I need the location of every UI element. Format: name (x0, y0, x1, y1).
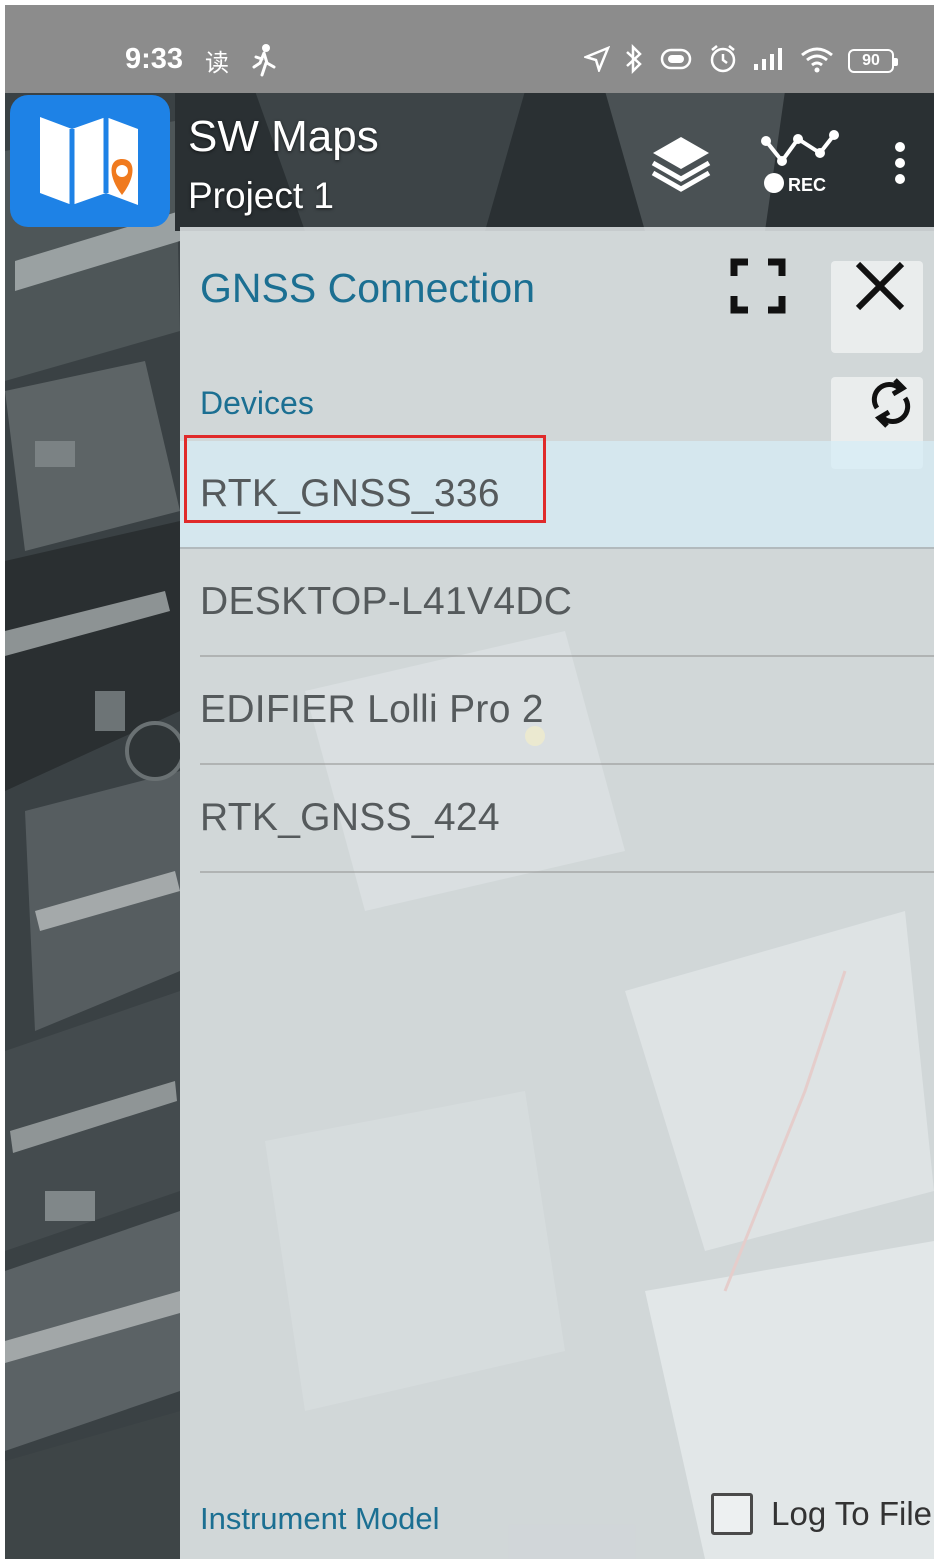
layers-button[interactable] (641, 125, 721, 205)
close-button[interactable] (845, 253, 915, 323)
more-vert-icon (893, 140, 907, 191)
log-to-file-toggle[interactable]: Log To File (711, 1493, 932, 1535)
log-to-file-checkbox[interactable] (711, 1493, 754, 1535)
instrument-model-button[interactable]: Instrument Model (200, 1501, 440, 1537)
device-item[interactable]: DESKTOP-L41V4DC (200, 549, 934, 657)
app-title: SW Maps (188, 112, 379, 161)
gnss-connection-panel: GNSS Connection Devices RTK_GNSS_336 DES… (180, 227, 934, 1559)
panel-title: GNSS Connection (200, 265, 536, 311)
overflow-menu-button[interactable] (875, 125, 925, 205)
layers-icon (649, 131, 713, 200)
status-time: 9:33 (125, 43, 184, 75)
bluetooth-icon (624, 43, 644, 79)
wifi-icon (800, 45, 834, 78)
fullscreen-icon (730, 258, 786, 319)
annotation-highlight-box (184, 435, 546, 523)
vibrate-icon (658, 47, 694, 76)
location-arrow-icon (582, 45, 611, 77)
reading-mode-icon: 读 (205, 50, 229, 77)
refresh-devices-button[interactable] (863, 377, 919, 433)
devices-label: Devices (200, 385, 314, 421)
device-name: EDIFIER Lolli Pro 2 (200, 688, 544, 731)
status-bar: 9:33 读 90 (5, 5, 934, 93)
record-track-button[interactable]: REC (757, 125, 847, 205)
app-logo[interactable] (10, 95, 170, 227)
log-to-file-label: Log To File (771, 1495, 932, 1532)
fullscreen-button[interactable] (723, 253, 793, 323)
signal-icon (752, 46, 786, 77)
refresh-icon (869, 377, 913, 433)
device-item[interactable]: EDIFIER Lolli Pro 2 (200, 657, 934, 765)
record-track-icon: REC (760, 127, 844, 204)
device-name: DESKTOP-L41V4DC (200, 580, 573, 623)
svg-text:REC: REC (788, 175, 826, 195)
status-icons: 90 (582, 41, 898, 81)
battery-icon: 90 (848, 49, 898, 73)
device-name: RTK_GNSS_424 (200, 796, 500, 839)
alarm-icon (708, 44, 738, 79)
phone-screen: 9:33 读 90 SW Maps Project 1 REC GNSS Con… (5, 5, 934, 1559)
step-counter-icon (250, 43, 278, 84)
device-item[interactable]: RTK_GNSS_424 (200, 765, 934, 873)
project-name[interactable]: Project 1 (188, 175, 334, 217)
close-icon (854, 260, 906, 317)
